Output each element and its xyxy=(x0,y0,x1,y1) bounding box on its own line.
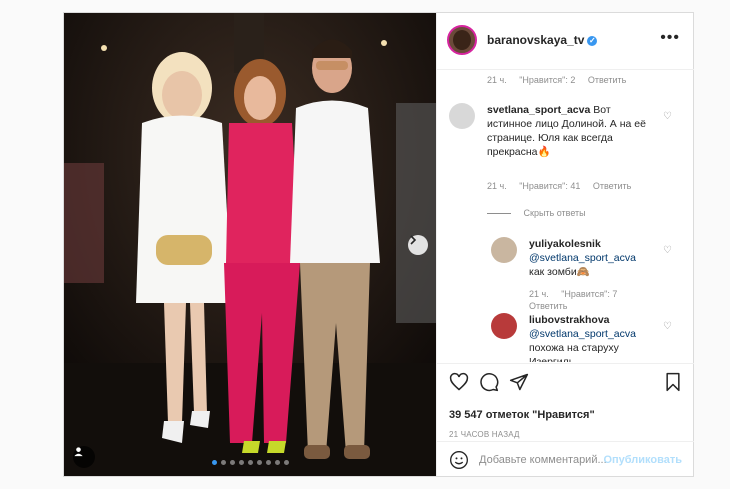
like-comment-icon[interactable]: ♡ xyxy=(663,245,672,256)
commenter-username[interactable]: liubovstrakhova xyxy=(529,314,610,326)
next-photo-button[interactable] xyxy=(408,235,428,255)
verified-icon: ✓ xyxy=(587,35,598,46)
mention-link[interactable]: @svetlana_sport_acva xyxy=(529,328,636,340)
like-comment-icon[interactable]: ♡ xyxy=(663,111,672,122)
comment-time[interactable]: 21 ч. xyxy=(487,181,507,191)
comment-likes[interactable]: "Нравится": 7 xyxy=(561,289,617,299)
emoji-icon[interactable] xyxy=(449,450,469,475)
comment-meta: 21 ч. "Нравится": 41 Ответить xyxy=(487,181,641,191)
likes-count[interactable]: 39 547 отметок "Нравится" xyxy=(449,409,595,421)
post-sidebar: baranovskaya_tv ✓ ••• 21 ч. "Нравится": 2… xyxy=(436,13,694,476)
hide-replies-button[interactable]: Скрыть ответы xyxy=(487,208,586,218)
carousel-dot xyxy=(256,460,262,465)
author-avatar[interactable] xyxy=(447,25,477,55)
publish-button[interactable]: Опубликовать xyxy=(603,454,682,466)
comment-icon[interactable] xyxy=(479,372,499,397)
more-icon[interactable]: ••• xyxy=(660,29,680,47)
comment-text: svetlana_sport_acva Вот истинное лицо До… xyxy=(487,103,647,159)
post-header: baranovskaya_tv ✓ ••• xyxy=(437,13,694,70)
like-comment-icon[interactable]: ♡ xyxy=(663,321,672,332)
carousel-dot xyxy=(283,460,289,465)
comment-likes[interactable]: "Нравится": 2 xyxy=(519,75,575,85)
chevron-right-icon xyxy=(410,235,417,245)
post-photo[interactable] xyxy=(64,13,436,476)
commenter-avatar[interactable] xyxy=(449,103,475,129)
comment-time[interactable]: 21 ч. xyxy=(487,75,507,85)
author-username[interactable]: baranovskaya_tv ✓ xyxy=(487,33,598,47)
share-icon[interactable] xyxy=(509,372,529,397)
reply-button[interactable]: Ответить xyxy=(593,181,631,191)
carousel-dot xyxy=(211,460,217,465)
carousel-dot xyxy=(265,460,271,465)
comments-list: 21 ч. "Нравится": 2 Ответить svetlana_sp… xyxy=(437,70,694,362)
user-icon xyxy=(74,447,83,457)
reply-text: yuliyakolesnik @svetlana_sport_acva как … xyxy=(529,237,654,279)
reply-button[interactable]: Ответить xyxy=(588,75,626,85)
action-bar: 39 547 отметок "Нравится" 21 ЧАСОВ НАЗАД xyxy=(437,363,694,450)
carousel-dot xyxy=(274,460,280,465)
add-comment-bar: Опубликовать xyxy=(437,441,694,477)
hide-replies-label: Скрыть ответы xyxy=(523,208,586,218)
bookmark-icon[interactable] xyxy=(664,372,682,397)
like-icon[interactable] xyxy=(449,372,469,397)
comment-meta: 21 ч. "Нравится": 2 Ответить xyxy=(487,75,636,85)
carousel-indicators xyxy=(64,460,436,465)
photo-illustration xyxy=(64,13,436,476)
comment-likes[interactable]: "Нравится": 41 xyxy=(519,181,580,191)
commenter-avatar[interactable] xyxy=(491,313,517,339)
carousel-dot xyxy=(238,460,244,465)
instagram-post: baranovskaya_tv ✓ ••• 21 ч. "Нравится": 2… xyxy=(63,12,694,477)
reply-text: liubovstrakhova @svetlana_sport_acva пох… xyxy=(529,313,654,362)
post-time[interactable]: 21 ЧАСОВ НАЗАД xyxy=(449,430,520,439)
commenter-avatar[interactable] xyxy=(491,237,517,263)
comment-meta: 21 ч. "Нравится": 7 Ответить xyxy=(529,288,659,312)
commenter-username[interactable]: yuliyakolesnik xyxy=(529,238,601,250)
carousel-dot xyxy=(247,460,253,465)
reply-button[interactable]: Ответить xyxy=(529,301,567,311)
commenter-username[interactable]: svetlana_sport_acva xyxy=(487,104,590,116)
mention-link[interactable]: @svetlana_sport_acva xyxy=(529,252,636,264)
comment-body: похожа на старуху Изергиль xyxy=(529,342,619,362)
comment-body: как зомби🙈 xyxy=(529,266,590,278)
carousel-dot xyxy=(220,460,226,465)
carousel-dot xyxy=(229,460,235,465)
author-username-text[interactable]: baranovskaya_tv xyxy=(487,33,584,47)
comment-time[interactable]: 21 ч. xyxy=(529,289,549,299)
